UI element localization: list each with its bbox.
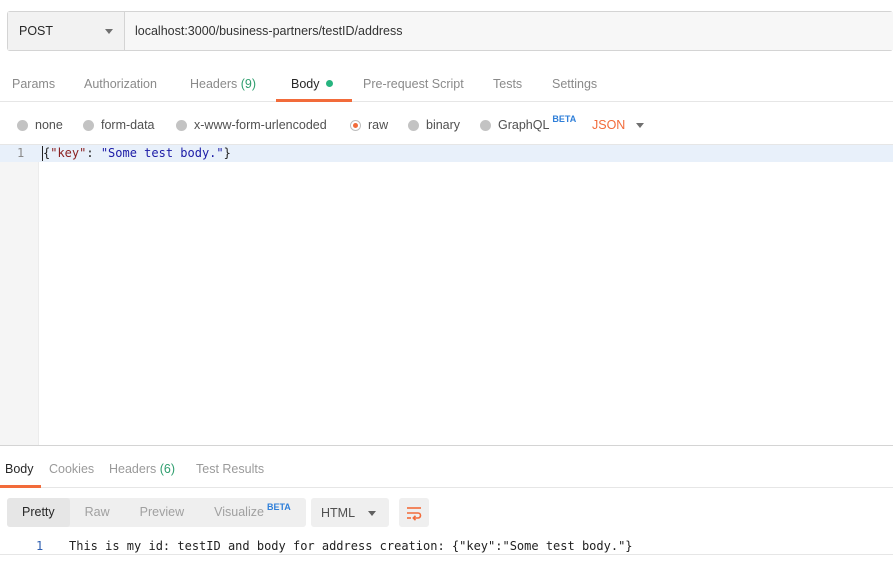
chevron-down-icon [368, 511, 376, 516]
response-tab-body[interactable]: Body [0, 455, 41, 488]
response-tab-headers[interactable]: Headers (6) [109, 455, 175, 486]
view-raw-button[interactable]: Raw [70, 498, 125, 527]
close-brace: } [223, 146, 231, 160]
radio-graphql[interactable]: GraphQL BETA [480, 110, 576, 140]
view-visualize-button[interactable]: Visualize BETA [199, 498, 306, 527]
response-line-number: 1 [36, 539, 44, 553]
radio-none-label: none [35, 118, 63, 132]
tab-headers[interactable]: Headers (9) [190, 66, 256, 102]
tab-params[interactable]: Params [12, 66, 55, 102]
editor-code[interactable]: {"key": "Some test body."} [43, 146, 231, 160]
view-pretty-button[interactable]: Pretty [7, 498, 70, 527]
tab-settings[interactable]: Settings [552, 66, 597, 102]
line-number: 1 [17, 146, 25, 160]
tab-tests[interactable]: Tests [493, 66, 522, 102]
beta-badge: BETA [552, 114, 577, 124]
json-value: "Some test body." [100, 146, 224, 160]
visualize-label: Visualize [214, 505, 264, 519]
radio-form-data[interactable]: form-data [83, 110, 155, 140]
radio-binary-label: binary [426, 118, 461, 132]
json-colon: : [86, 146, 101, 160]
view-preview-button[interactable]: Preview [125, 498, 199, 527]
response-format-label: HTML [321, 505, 356, 520]
tab-authorization[interactable]: Authorization [84, 66, 157, 102]
active-tab-indicator [0, 485, 41, 488]
json-key: "key" [50, 146, 87, 160]
response-tab-cookies[interactable]: Cookies [49, 455, 94, 486]
response-format-select[interactable]: HTML [311, 498, 389, 527]
radio-circle-icon [176, 119, 187, 131]
method-select[interactable]: POST [8, 12, 125, 50]
response-view-toggle: Pretty Raw Preview Visualize BETA [7, 498, 306, 527]
radio-binary[interactable]: binary [408, 110, 460, 140]
format-select[interactable]: JSON [592, 110, 645, 140]
body-editor[interactable]: 1 {"key": "Some test body."} [0, 144, 893, 445]
wrap-lines-icon [407, 506, 422, 521]
radio-graphql-label: GraphQL [498, 118, 550, 132]
radio-selected-icon [350, 119, 361, 131]
pane-divider[interactable] [0, 445, 893, 446]
radio-urlencoded[interactable]: x-www-form-urlencoded [176, 110, 327, 140]
tab-headers-label: Headers [190, 77, 238, 91]
method-label: POST [19, 24, 54, 38]
chevron-down-icon [105, 29, 113, 34]
active-dot-icon [325, 80, 333, 87]
radio-circle-icon [17, 119, 28, 131]
response-headers-count: (6) [159, 462, 176, 476]
tab-prerequest-script[interactable]: Pre-request Script [363, 66, 464, 102]
radio-urlencoded-label: x-www-form-urlencoded [194, 118, 327, 132]
radio-raw-label: raw [368, 118, 389, 132]
radio-raw[interactable]: raw [350, 110, 388, 140]
radio-circle-icon [408, 119, 419, 131]
request-bar: POST localhost:3000/business-partners/te… [7, 11, 893, 51]
body-type-options: none form-data x-www-form-urlencoded raw… [0, 110, 893, 140]
response-tab-test-results[interactable]: Test Results [196, 455, 264, 486]
radio-circle-icon [480, 119, 491, 131]
chevron-down-icon [636, 122, 645, 128]
radio-form-data-label: form-data [101, 118, 155, 132]
response-body[interactable]: 1 This is my id: testID and body for add… [0, 537, 893, 555]
request-tabs: Params Authorization Headers (9) Body Pr… [0, 66, 893, 102]
line-gutter [0, 145, 39, 445]
radio-none[interactable]: none [17, 110, 63, 140]
tab-body-label: Body [291, 77, 320, 91]
radio-circle-icon [83, 119, 94, 131]
active-tab-indicator [276, 99, 352, 102]
tab-body[interactable]: Body [276, 66, 352, 102]
url-input[interactable]: localhost:3000/business-partners/testID/… [125, 12, 893, 50]
beta-badge: BETA [266, 502, 291, 512]
format-label: JSON [592, 118, 626, 132]
response-tab-body-label: Body [5, 462, 34, 476]
wrap-lines-button[interactable] [399, 498, 429, 527]
response-text: This is my id: testID and body for addre… [69, 539, 633, 553]
response-tabs: Body Cookies Headers (6) Test Results [0, 455, 893, 488]
headers-count: (9) [240, 77, 257, 91]
text-cursor [42, 146, 43, 161]
response-tab-headers-label: Headers [109, 462, 157, 476]
